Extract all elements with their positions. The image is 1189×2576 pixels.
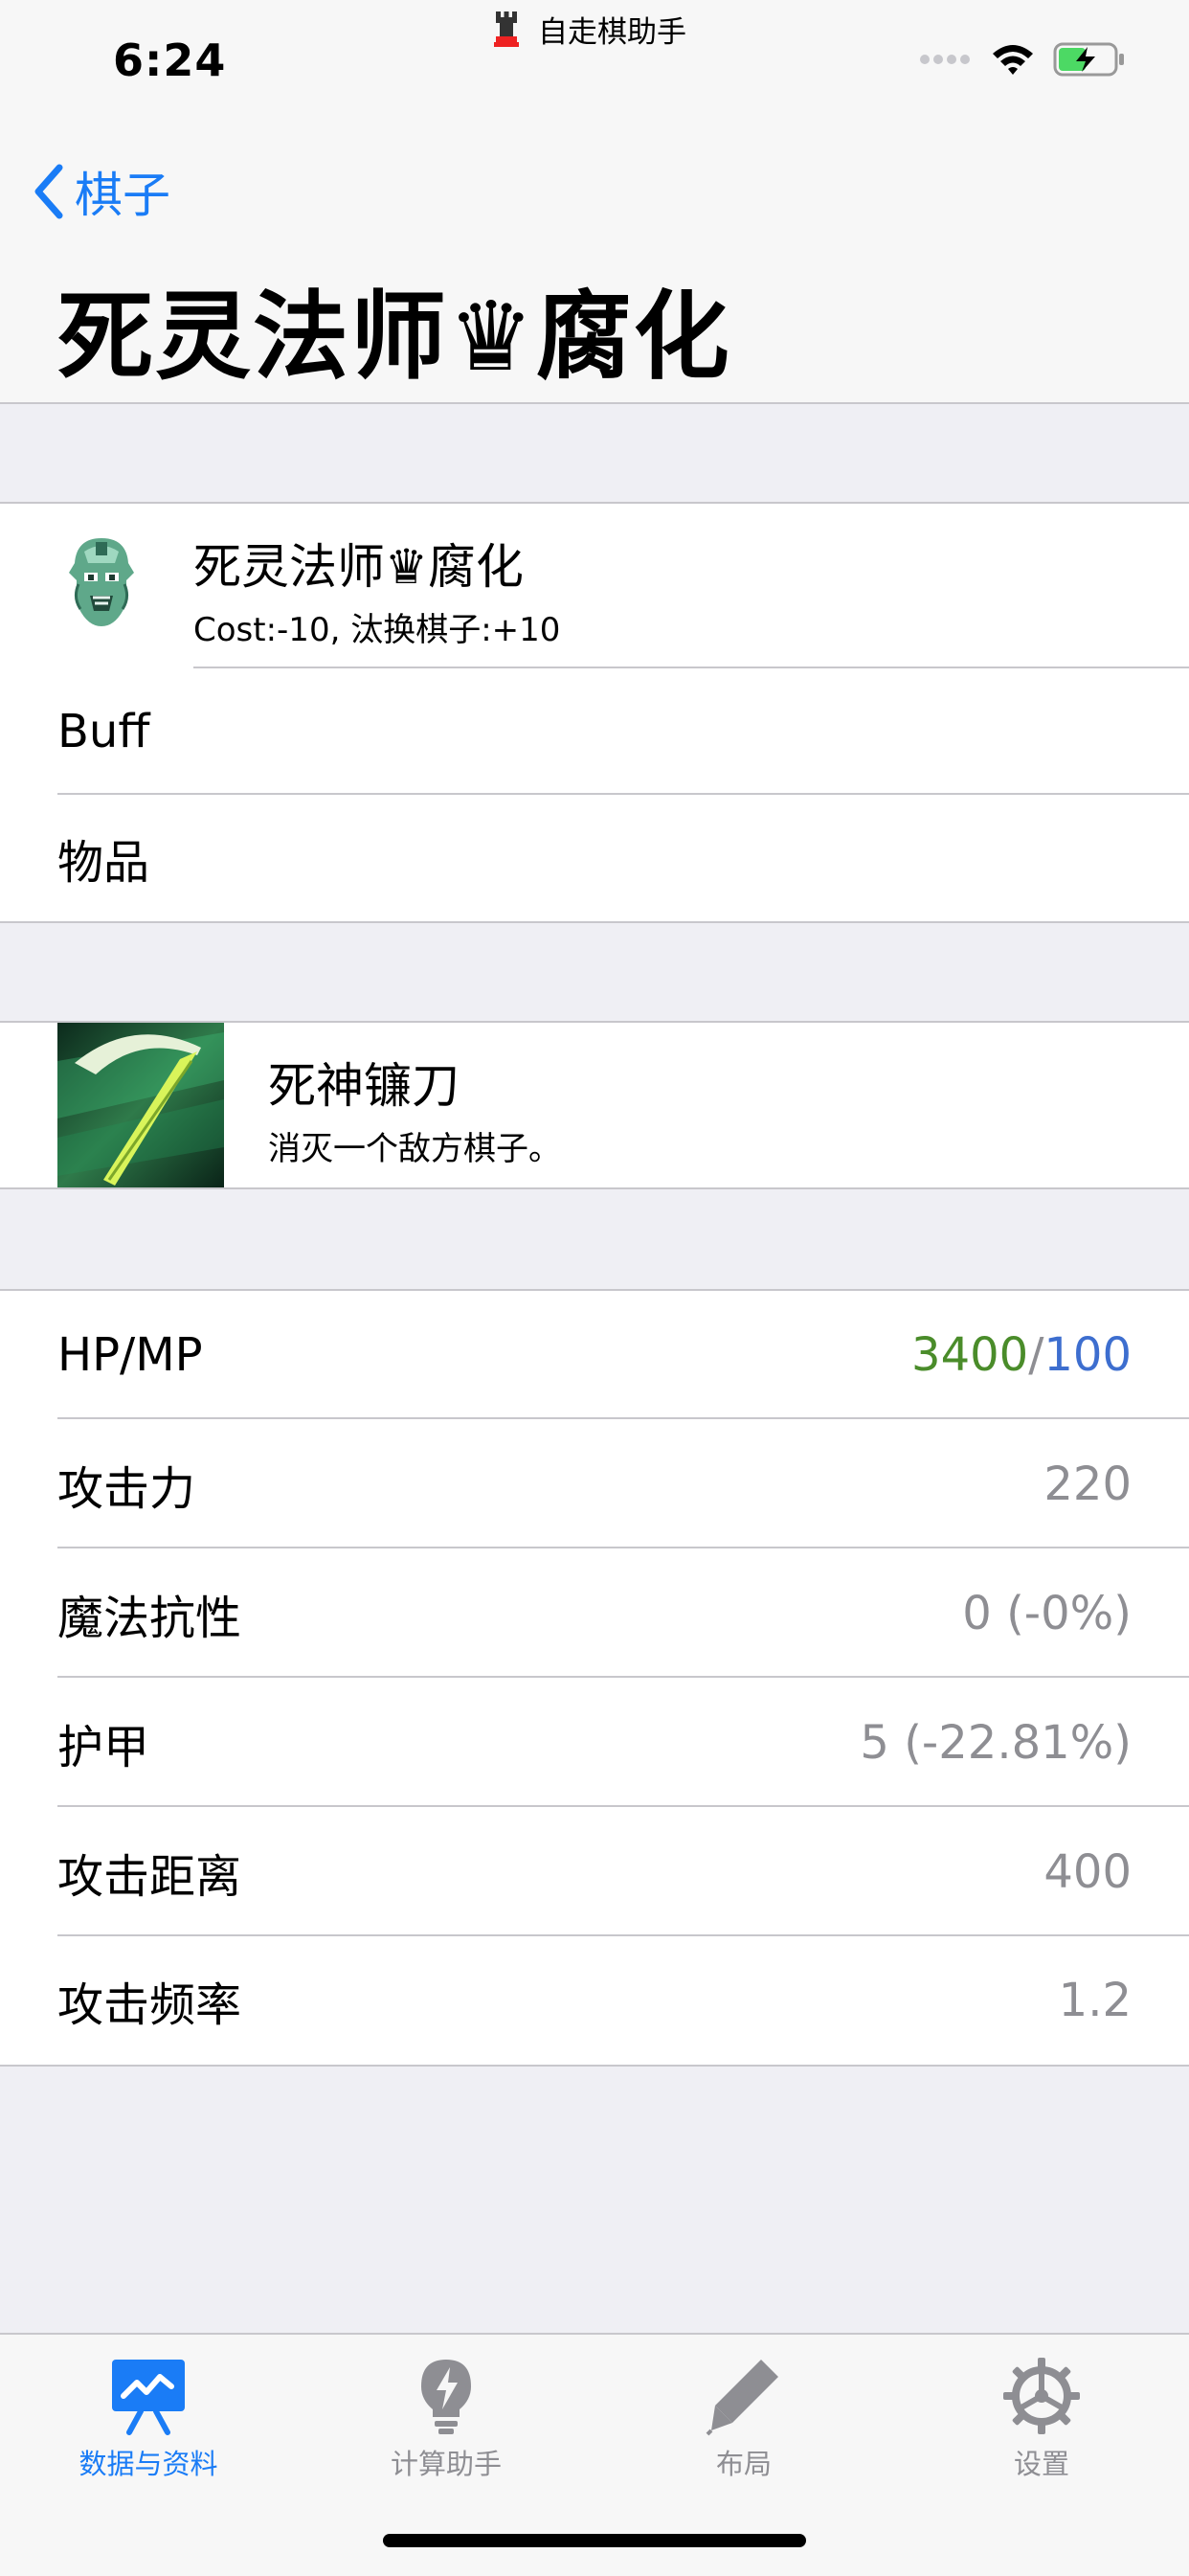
navigation-bar: 棋子 死灵法师♛腐化 — [0, 115, 1189, 404]
hpmp-label: HP/MP — [57, 1328, 203, 1382]
back-button[interactable]: 棋子 — [33, 157, 170, 226]
items-label: 物品 — [57, 836, 150, 890]
rook-icon — [494, 11, 519, 47]
tab-data[interactable]: 数据与资料 — [29, 2356, 268, 2482]
back-to-app[interactable]: 自走棋助手 — [492, 8, 686, 50]
page-title: 死灵法师♛腐化 — [57, 281, 731, 393]
tab-settings[interactable]: 设置 — [922, 2356, 1161, 2482]
armor-label: 护甲 — [57, 1720, 150, 1774]
stat-row-speed: 攻击频率 1.2 — [0, 1936, 1189, 2065]
hp-value: 3400 — [911, 1328, 1029, 1382]
signal-icon — [920, 55, 970, 64]
stat-row-range: 攻击距离 400 — [0, 1807, 1189, 1936]
tab-layout[interactable]: 布局 — [624, 2356, 864, 2482]
magic-res-label: 魔法抗性 — [57, 1591, 242, 1645]
chevron-left-icon — [34, 164, 63, 219]
hpmp-value: 3400/100 — [911, 1328, 1132, 1382]
back-button-label: 棋子 — [75, 168, 170, 223]
skill-name: 死神镰刀 — [268, 1058, 460, 1114]
attack-label: 攻击力 — [57, 1461, 196, 1516]
chart-board-icon — [112, 2360, 185, 2435]
status-bar: 6:24 自走棋助手 — [0, 0, 1189, 115]
range-value: 400 — [1043, 1844, 1132, 1899]
pen-icon — [706, 2360, 778, 2436]
tab-calculator[interactable]: 计算助手 — [326, 2356, 566, 2482]
skill-description: 消灭一个敌方棋子。 — [268, 1130, 561, 1168]
mp-value: 100 — [1043, 1328, 1132, 1382]
piece-text: 死灵法师♛腐化 Cost:-10, 汰换棋子:+10 — [193, 529, 560, 650]
hpmp-slash: / — [1028, 1328, 1044, 1382]
necromancer-avatar — [69, 538, 134, 626]
stat-row-armor: 护甲 5 (-22.81%) — [0, 1678, 1189, 1807]
lightbulb-bolt-icon — [421, 2360, 471, 2434]
back-app-label: 自走棋助手 — [538, 14, 686, 50]
items-row[interactable]: 物品 — [0, 795, 1189, 921]
skill-text: 死神镰刀 消灭一个敌方棋子。 — [268, 1048, 561, 1169]
magic-res-value: 0 (-0%) — [962, 1586, 1132, 1640]
attack-value: 220 — [1043, 1457, 1132, 1511]
piece-name: 死灵法师♛腐化 — [193, 539, 524, 595]
armor-value: 5 (-22.81%) — [860, 1715, 1132, 1770]
gear-icon — [1003, 2358, 1080, 2434]
speed-label: 攻击频率 — [57, 1978, 242, 2032]
buff-row[interactable]: Buff — [0, 668, 1189, 795]
buff-label: Buff — [57, 705, 150, 758]
piece-detail: Cost:-10, 汰换棋子:+10 — [193, 611, 561, 649]
home-indicator[interactable] — [383, 2534, 806, 2547]
tab-layout-label: 布局 — [715, 2448, 772, 2480]
tab-settings-label: 设置 — [1013, 2448, 1069, 2480]
speed-value: 1.2 — [1058, 1974, 1132, 2027]
status-time: 6:24 — [113, 34, 227, 86]
wifi-icon — [993, 45, 1033, 75]
death-scythe-icon — [57, 1023, 224, 1187]
skill-section: 死神镰刀 消灭一个敌方棋子。 — [0, 1021, 1189, 1189]
stats-section: HP/MP 3400/100 攻击力 220 魔法抗性 0 (-0%) 护甲 5… — [0, 1289, 1189, 2067]
tab-calculator-label: 计算助手 — [390, 2448, 502, 2480]
skill-row[interactable]: 死神镰刀 消灭一个敌方棋子。 — [0, 1023, 1189, 1187]
stat-row-attack: 攻击力 220 — [0, 1419, 1189, 1548]
status-indicators — [919, 42, 1126, 77]
piece-header-row: 死灵法师♛腐化 Cost:-10, 汰换棋子:+10 — [0, 504, 1189, 668]
battery-icon — [1053, 42, 1124, 77]
piece-section: 死灵法师♛腐化 Cost:-10, 汰换棋子:+10 Buff 物品 — [0, 502, 1189, 923]
stat-row-hpmp: HP/MP 3400/100 — [0, 1291, 1189, 1419]
tab-data-label: 数据与资料 — [79, 2448, 218, 2480]
stat-row-magic-res: 魔法抗性 0 (-0%) — [0, 1548, 1189, 1678]
range-label: 攻击距离 — [57, 1849, 242, 1904]
